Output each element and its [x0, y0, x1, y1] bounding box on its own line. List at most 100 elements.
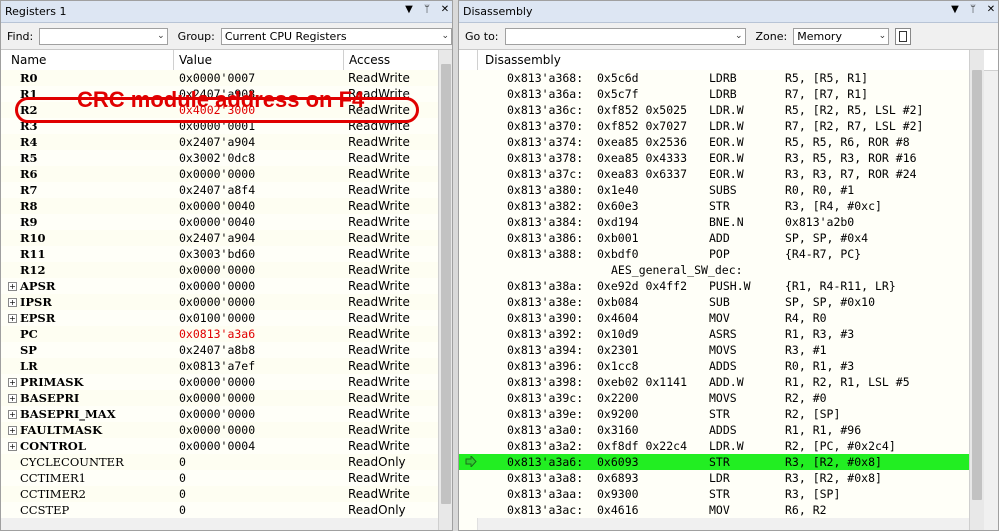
goto-combo[interactable]: ⌄ — [504, 27, 746, 45]
register-value[interactable]: 0x0813'a7ef — [179, 358, 255, 374]
expand-icon[interactable]: + — [8, 394, 17, 403]
column-separator[interactable] — [173, 50, 174, 70]
register-value[interactable]: 0x0000'0000 — [179, 294, 255, 310]
register-value[interactable]: 0x0100'0000 — [179, 310, 255, 326]
close-icon[interactable]: ✕ — [986, 4, 996, 15]
group-combo[interactable]: Current CPU Registers ⌄ — [220, 27, 452, 45]
register-row[interactable]: R7 0x2407'a8f4 ReadWrite — [1, 182, 438, 198]
disassembly-scrollbar[interactable] — [969, 50, 984, 530]
register-row[interactable]: CCSTEP 0 ReadOnly — [1, 502, 438, 518]
close-icon[interactable]: ✕ — [440, 4, 450, 15]
zone-combo[interactable]: Memory ⌄ — [793, 27, 890, 45]
disassembly-row[interactable]: 0x813'a3a0: 0x3160 ADDS R1, R1, #96 — [459, 422, 969, 438]
disassembly-row[interactable]: 0x813'a3a8: 0x6893 LDR R3, [R2, #0x8] — [459, 470, 969, 486]
disassembly-row[interactable]: 0x813'a394: 0x2301 MOVS R3, #1 — [459, 342, 969, 358]
register-row[interactable]: CCTIMER1 0 ReadWrite — [1, 470, 438, 486]
register-value[interactable]: 0 — [179, 470, 186, 486]
column-value[interactable]: Value — [179, 53, 212, 67]
register-value[interactable]: 0x3002'0dc8 — [179, 150, 255, 166]
disassembly-row[interactable]: 0x813'a3a2: 0xf8df 0x22c4 LDR.W R2, [PC, #0… — [459, 438, 969, 454]
disassembly-row[interactable]: 0x813'a378: 0xea85 0x4333 EOR.W R3, R5, R3,… — [459, 150, 969, 166]
disassembly-row[interactable]: 0x813'a36a: 0x5c7f LDRB R7, [R7, R1] — [459, 86, 969, 102]
expand-icon[interactable]: + — [8, 314, 17, 323]
register-row[interactable]: + EPSR 0x0100'0000 ReadWrite — [1, 310, 438, 326]
column-access[interactable]: Access — [349, 53, 390, 67]
register-value[interactable]: 0 — [179, 502, 186, 518]
register-row[interactable]: + PRIMASK 0x0000'0000 ReadWrite — [1, 374, 438, 390]
register-row[interactable]: R8 0x0000'0040 ReadWrite — [1, 198, 438, 214]
register-row[interactable]: LR 0x0813'a7ef ReadWrite — [1, 358, 438, 374]
chevron-down-icon[interactable]: ⌄ — [879, 29, 887, 44]
disassembly-row[interactable]: 0x813'a3aa: 0x9300 STR R3, [SP] — [459, 486, 969, 502]
register-row[interactable]: PC 0x0813'a3a6 ReadWrite — [1, 326, 438, 342]
register-row[interactable]: R9 0x0000'0040 ReadWrite — [1, 214, 438, 230]
disassembly-row[interactable]: 0x813'a39c: 0x2200 MOVS R2, #0 — [459, 390, 969, 406]
disassembly-column-header[interactable]: Disassembly — [485, 53, 561, 67]
register-value[interactable]: 0x2407'a8b8 — [179, 342, 255, 358]
register-row[interactable]: + BASEPRI 0x0000'0000 ReadWrite — [1, 390, 438, 406]
register-value[interactable]: 0x0813'a3a6 — [179, 326, 255, 342]
dropdown-icon[interactable]: ▼ — [950, 4, 960, 15]
disassembly-row[interactable]: 0x813'a386: 0xb001 ADD SP, SP, #0x4 — [459, 230, 969, 246]
expand-icon[interactable]: + — [8, 298, 17, 307]
chevron-down-icon[interactable]: ⌄ — [441, 29, 449, 44]
current-instruction-row[interactable]: 0x813'a3a6: 0x6093 STR R3, [R2, #0x8] — [459, 454, 969, 470]
column-name[interactable]: Name — [11, 53, 46, 67]
register-row[interactable]: R10 0x2407'a904 ReadWrite — [1, 230, 438, 246]
register-row[interactable]: + CONTROL 0x0000'0004 ReadWrite — [1, 438, 438, 454]
disassembly-row[interactable]: 0x813'a390: 0x4604 MOV R4, R0 — [459, 310, 969, 326]
disassembly-row[interactable]: 0x813'a396: 0x1cc8 ADDS R0, R1, #3 — [459, 358, 969, 374]
disassembly-row[interactable]: 0x813'a380: 0x1e40 SUBS R0, R0, #1 — [459, 182, 969, 198]
disassembly-row[interactable]: 0x813'a36c: 0xf852 0x5025 LDR.W R5, [R2, R5… — [459, 102, 969, 118]
disassembly-row[interactable]: 0x813'a37c: 0xea83 0x6337 EOR.W R3, R3, R7,… — [459, 166, 969, 182]
scrollbar-thumb[interactable] — [441, 64, 451, 504]
register-value[interactable]: 0x2407'a904 — [179, 134, 255, 150]
disassembly-label-row[interactable]: AES_general_SW_dec: — [459, 262, 969, 278]
register-value[interactable]: 0x2407'a904 — [179, 230, 255, 246]
disassembly-row[interactable]: 0x813'a370: 0xf852 0x7027 LDR.W R7, [R2, R7… — [459, 118, 969, 134]
disassembly-row[interactable]: 0x813'a3ac: 0x4616 MOV R6, R2 — [459, 502, 969, 518]
expand-icon[interactable]: + — [8, 378, 17, 387]
disassembly-row[interactable]: 0x813'a384: 0xd194 BNE.N 0x813'a2b0 — [459, 214, 969, 230]
disassembly-row[interactable]: 0x813'a38e: 0xb084 SUB SP, SP, #0x10 — [459, 294, 969, 310]
register-value[interactable]: 0x0000'0000 — [179, 262, 255, 278]
register-value[interactable]: 0x0000'0004 — [179, 438, 255, 454]
register-row[interactable]: CYCLECOUNTER 0 ReadOnly — [1, 454, 438, 470]
register-row[interactable]: R0 0x0000'0007 ReadWrite — [1, 70, 438, 86]
find-combo[interactable]: ⌄ — [39, 27, 168, 45]
register-value[interactable]: 0x3003'bd60 — [179, 246, 255, 262]
register-value[interactable]: 0x2407'a8f4 — [179, 182, 255, 198]
dropdown-icon[interactable]: ▼ — [404, 4, 414, 15]
register-value[interactable]: 0x0000'0007 — [179, 70, 255, 86]
column-separator[interactable] — [343, 50, 344, 70]
register-value[interactable]: 0x0000'0000 — [179, 166, 255, 182]
register-value[interactable]: 0x0000'0000 — [179, 374, 255, 390]
expand-icon[interactable]: + — [8, 442, 17, 451]
register-row[interactable]: R6 0x0000'0000 ReadWrite — [1, 166, 438, 182]
chevron-down-icon[interactable]: ⌄ — [157, 29, 165, 44]
register-row[interactable]: + FAULTMASK 0x0000'0000 ReadWrite — [1, 422, 438, 438]
pin-icon[interactable]: ᛘ — [422, 4, 432, 15]
disassembly-row[interactable]: 0x813'a392: 0x10d9 ASRS R1, R3, #3 — [459, 326, 969, 342]
chevron-down-icon[interactable]: ⌄ — [735, 29, 743, 44]
register-row[interactable]: R5 0x3002'0dc8 ReadWrite — [1, 150, 438, 166]
register-value[interactable]: 0x0000'0000 — [179, 278, 255, 294]
expand-icon[interactable]: + — [8, 426, 17, 435]
disassembly-row[interactable]: 0x813'a398: 0xeb02 0x1141 ADD.W R1, R2, R1,… — [459, 374, 969, 390]
disassembly-row[interactable]: 0x813'a374: 0xea85 0x2536 EOR.W R5, R5, R6,… — [459, 134, 969, 150]
register-row[interactable]: R11 0x3003'bd60 ReadWrite — [1, 246, 438, 262]
disassembly-row[interactable]: 0x813'a39e: 0x9200 STR R2, [SP] — [459, 406, 969, 422]
registers-scrollbar[interactable] — [438, 50, 452, 530]
disassembly-row[interactable]: 0x813'a382: 0x60e3 STR R3, [R4, #0xc] — [459, 198, 969, 214]
pin-icon[interactable]: ᛘ — [968, 4, 978, 15]
register-row[interactable]: + IPSR 0x0000'0000 ReadWrite — [1, 294, 438, 310]
disassembly-row[interactable]: 0x813'a388: 0xbdf0 POP {R4-R7, PC} — [459, 246, 969, 262]
disassembly-row[interactable]: 0x813'a368: 0x5c6d LDRB R5, [R5, R1] — [459, 70, 969, 86]
register-value[interactable]: 0x0000'0040 — [179, 214, 255, 230]
register-value[interactable]: 0x0000'0000 — [179, 390, 255, 406]
register-row[interactable]: R12 0x0000'0000 ReadWrite — [1, 262, 438, 278]
scrollbar-thumb[interactable] — [972, 70, 982, 500]
register-value[interactable]: 0 — [179, 486, 186, 502]
register-value[interactable]: 0x0000'0000 — [179, 406, 255, 422]
disassembly-row[interactable]: 0x813'a38a: 0xe92d 0x4ff2 PUSH.W {R1, R4-R1… — [459, 278, 969, 294]
